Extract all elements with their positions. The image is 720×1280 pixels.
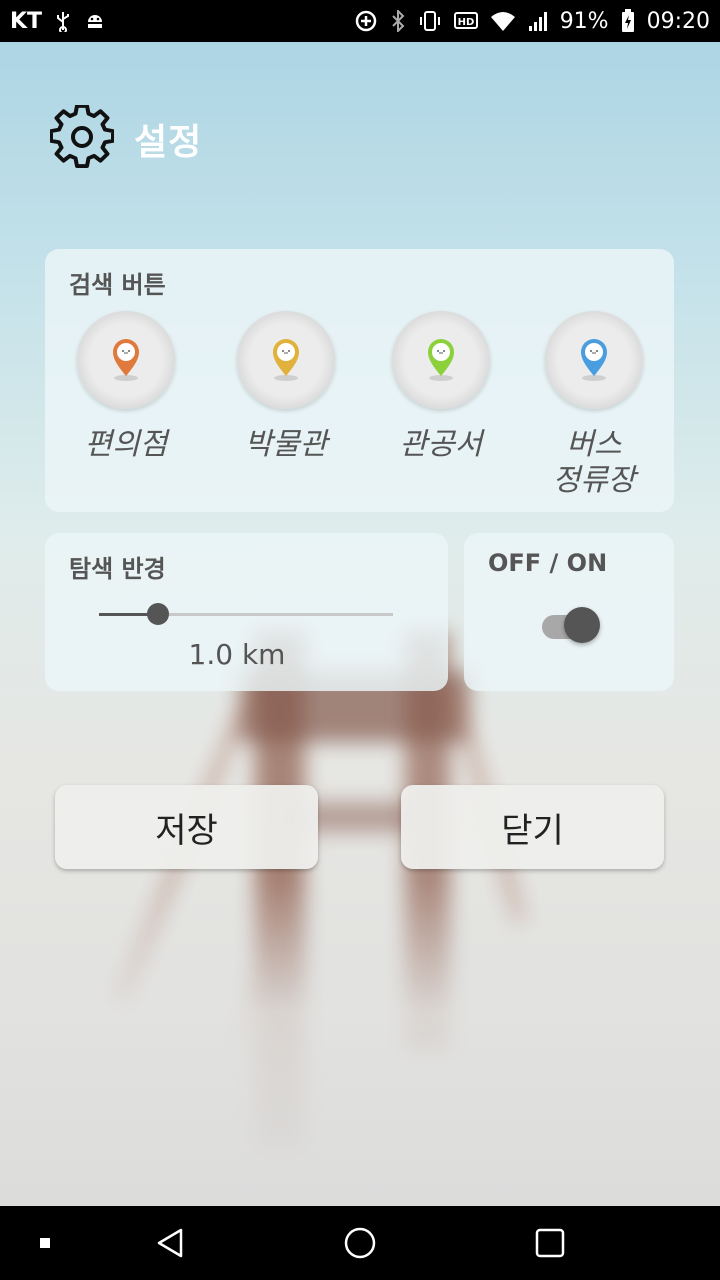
poi-bus-stop[interactable]: 버스 정류장 <box>524 311 664 499</box>
poi-label-line: 정류장 <box>552 463 636 498</box>
wifi-icon <box>490 10 516 32</box>
toggle-card: OFF / ON <box>464 533 674 691</box>
settings-header: 설정 <box>49 103 203 173</box>
switch-thumb[interactable] <box>564 607 600 643</box>
close-button[interactable]: 닫기 <box>401 785 664 869</box>
navigation-bar <box>0 1206 720 1280</box>
poi-convenience-store[interactable]: 편의점 <box>56 311 196 463</box>
back-icon[interactable] <box>145 1206 195 1280</box>
page-title: 설정 <box>134 122 203 163</box>
poi-bus-stop-button[interactable] <box>545 311 643 409</box>
vibrate-icon <box>418 10 442 32</box>
status-bar: KT HD 91% 09:20 <box>0 0 720 42</box>
poi-government-office-button[interactable] <box>392 311 490 409</box>
hd-voice-icon: HD <box>453 11 478 31</box>
map-pin-icon <box>273 339 299 381</box>
menu-dot-icon[interactable] <box>30 1206 60 1280</box>
svg-text:HD: HD <box>457 17 474 28</box>
search-buttons-card: 검색 버튼 편의점 박물관 관공서 버스 정류장 <box>45 249 674 512</box>
home-icon[interactable] <box>335 1206 385 1280</box>
android-debug-icon <box>84 10 106 32</box>
battery-charging-icon <box>621 9 635 33</box>
usb-icon <box>54 10 72 32</box>
poi-convenience-store-button[interactable] <box>77 311 175 409</box>
on-off-switch[interactable] <box>542 607 600 643</box>
search-buttons-label: 검색 버튼 <box>69 271 166 299</box>
recent-apps-icon[interactable] <box>525 1206 575 1280</box>
toggle-label: OFF / ON <box>488 549 608 577</box>
poi-museum[interactable]: 박물관 <box>216 311 356 463</box>
data-saver-icon <box>354 9 378 33</box>
clock: 09:20 <box>646 8 710 34</box>
map-pin-icon <box>581 339 607 381</box>
poi-label: 박물관 <box>244 427 328 462</box>
poi-label-line: 버스 <box>566 427 622 462</box>
fog-overlay <box>0 880 720 1210</box>
bluetooth-icon <box>390 10 406 32</box>
poi-label: 버스 정류장 <box>524 427 664 499</box>
radius-slider[interactable] <box>99 603 393 625</box>
save-button[interactable]: 저장 <box>55 785 318 869</box>
map-pin-icon <box>113 339 139 381</box>
poi-museum-button[interactable] <box>237 311 335 409</box>
radius-value: 1.0 km <box>188 638 286 671</box>
poi-label: 관공서 <box>399 427 483 462</box>
radius-slider-thumb[interactable] <box>146 603 169 625</box>
poi-government-office[interactable]: 관공서 <box>371 311 511 463</box>
poi-label: 편의점 <box>84 427 168 462</box>
carrier-label: KT <box>10 8 43 34</box>
map-pin-icon <box>428 339 454 381</box>
search-radius-card: 탐색 반경 1.0 km <box>45 533 448 691</box>
search-radius-label: 탐색 반경 <box>69 555 166 583</box>
battery-percent: 91% <box>559 8 609 34</box>
signal-icon <box>528 10 548 32</box>
gear-icon <box>49 103 115 173</box>
